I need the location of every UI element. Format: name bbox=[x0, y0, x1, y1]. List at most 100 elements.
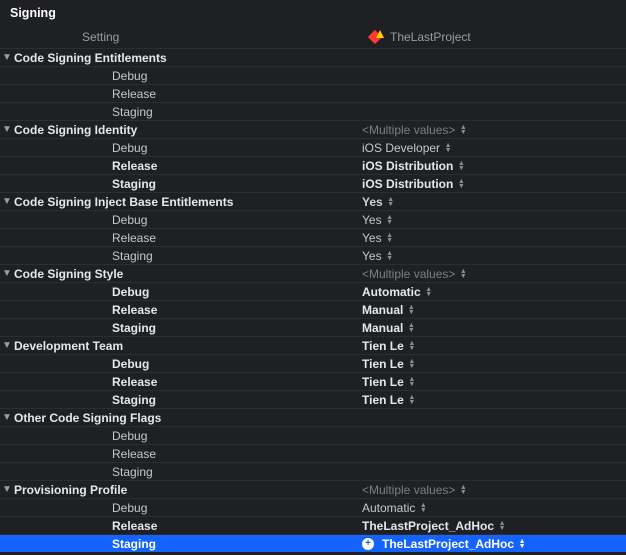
config-label: Staging bbox=[0, 105, 252, 119]
disclosure-triangle-icon[interactable]: ▼ bbox=[0, 484, 12, 495]
config-value[interactable]: Tien Le ▲▼ bbox=[362, 357, 626, 371]
config-label: Debug bbox=[0, 213, 252, 227]
config-label: Staging bbox=[0, 465, 252, 479]
config-row[interactable]: Staging +TheLastProject_AdHoc▲▼ bbox=[0, 534, 626, 552]
config-row[interactable]: Debug Yes ▲▼ bbox=[0, 210, 626, 228]
config-value-text: Tien Le bbox=[362, 357, 404, 371]
setting-group-value[interactable]: Tien Le▲▼ bbox=[362, 339, 626, 353]
config-value[interactable]: Yes▲▼ bbox=[362, 249, 626, 263]
config-row[interactable]: Staging iOS Distribution▲▼ bbox=[0, 174, 626, 192]
disclosure-triangle-icon[interactable]: ▼ bbox=[0, 340, 12, 351]
config-row[interactable]: Debug iOS Developer ▲▼ bbox=[0, 138, 626, 156]
config-row[interactable]: Release bbox=[0, 84, 626, 102]
config-row[interactable]: Release iOS Distribution▲▼ bbox=[0, 156, 626, 174]
value-stepper-icon[interactable]: ▲▼ bbox=[459, 268, 467, 280]
config-row[interactable]: DebugAutomatic▲▼ bbox=[0, 282, 626, 300]
disclosure-triangle-icon[interactable]: ▼ bbox=[0, 412, 12, 423]
config-row[interactable]: StagingYes▲▼ bbox=[0, 246, 626, 264]
disclosure-triangle-icon[interactable]: ▼ bbox=[0, 196, 12, 207]
config-label: Debug bbox=[0, 69, 252, 83]
setting-group-row[interactable]: ▼Code Signing Entitlements bbox=[0, 48, 626, 66]
setting-group-value-text: Yes bbox=[362, 195, 383, 209]
setting-group-label: Development Team bbox=[12, 339, 362, 353]
config-value[interactable]: TheLastProject_AdHoc▲▼ bbox=[362, 519, 626, 533]
config-value-text: Manual bbox=[362, 303, 403, 317]
config-value[interactable]: iOS Developer ▲▼ bbox=[362, 141, 626, 155]
value-stepper-icon[interactable]: ▲▼ bbox=[419, 502, 427, 514]
config-value[interactable]: iOS Distribution▲▼ bbox=[362, 177, 626, 191]
setting-group-value-text: <Multiple values> bbox=[362, 483, 455, 497]
config-value[interactable]: +TheLastProject_AdHoc▲▼ bbox=[362, 537, 626, 551]
value-stepper-icon[interactable]: ▲▼ bbox=[387, 196, 395, 208]
config-value-text: Automatic bbox=[362, 285, 421, 299]
value-stepper-icon[interactable]: ▲▼ bbox=[386, 250, 394, 262]
config-value[interactable]: Tien Le ▲▼ bbox=[362, 375, 626, 389]
value-stepper-icon[interactable]: ▲▼ bbox=[444, 142, 452, 154]
setting-group-row[interactable]: ▼Development TeamTien Le▲▼ bbox=[0, 336, 626, 354]
config-row[interactable]: Staging bbox=[0, 102, 626, 120]
setting-group-value-text: <Multiple values> bbox=[362, 123, 455, 137]
value-stepper-icon[interactable]: ▲▼ bbox=[425, 286, 433, 298]
config-value[interactable]: Yes ▲▼ bbox=[362, 213, 626, 227]
config-value-text: Yes bbox=[362, 213, 382, 227]
setting-group-row[interactable]: ▼Code Signing Inject Base EntitlementsYe… bbox=[0, 192, 626, 210]
config-row[interactable]: Debug bbox=[0, 66, 626, 84]
config-label: Release bbox=[0, 303, 252, 317]
config-row[interactable]: DebugAutomatic▲▼ bbox=[0, 498, 626, 516]
config-row[interactable]: Staging bbox=[0, 462, 626, 480]
setting-group-label: Other Code Signing Flags bbox=[12, 411, 362, 425]
setting-group-value[interactable]: Yes ▲▼ bbox=[362, 195, 626, 209]
config-value[interactable]: Yes▲▼ bbox=[362, 231, 626, 245]
config-value[interactable]: iOS Distribution▲▼ bbox=[362, 159, 626, 173]
disclosure-triangle-icon[interactable]: ▼ bbox=[0, 268, 12, 279]
config-row[interactable]: Release Tien Le ▲▼ bbox=[0, 372, 626, 390]
value-stepper-icon[interactable]: ▲▼ bbox=[459, 124, 467, 136]
config-row[interactable]: DebugTien Le▲▼ bbox=[0, 354, 626, 372]
value-stepper-icon[interactable]: ▲▼ bbox=[407, 304, 415, 316]
disclosure-triangle-icon[interactable]: ▼ bbox=[0, 124, 12, 135]
config-row[interactable]: Debug bbox=[0, 426, 626, 444]
config-row[interactable]: ReleaseTheLastProject_AdHoc▲▼ bbox=[0, 516, 626, 534]
config-label: Debug bbox=[0, 141, 252, 155]
value-stepper-icon[interactable]: ▲▼ bbox=[386, 214, 394, 226]
value-stepper-icon[interactable]: ▲▼ bbox=[498, 520, 506, 532]
column-header-row: Setting TheLastProject bbox=[0, 26, 626, 48]
value-stepper-icon[interactable]: ▲▼ bbox=[408, 358, 416, 370]
column-header-target-label: TheLastProject bbox=[390, 30, 471, 44]
config-row[interactable]: Release bbox=[0, 444, 626, 462]
config-row[interactable]: ReleaseYes▲▼ bbox=[0, 228, 626, 246]
config-label: Release bbox=[0, 87, 252, 101]
config-value[interactable]: Automatic ▲▼ bbox=[362, 285, 626, 299]
value-stepper-icon[interactable]: ▲▼ bbox=[457, 160, 465, 172]
config-value-text: Tien Le bbox=[362, 375, 404, 389]
disclosure-triangle-icon[interactable]: ▼ bbox=[0, 52, 12, 63]
setting-group-value[interactable]: <Multiple values> ▲▼ bbox=[362, 123, 626, 137]
config-value[interactable]: Automatic▲▼ bbox=[362, 501, 626, 515]
setting-group-row[interactable]: ▼Code Signing Identity<Multiple values>▲… bbox=[0, 120, 626, 138]
config-row[interactable]: StagingTien Le▲▼ bbox=[0, 390, 626, 408]
value-stepper-icon[interactable]: ▲▼ bbox=[408, 394, 416, 406]
value-stepper-icon[interactable]: ▲▼ bbox=[407, 322, 415, 334]
config-value[interactable]: Manual ▲▼ bbox=[362, 303, 626, 317]
value-stepper-icon[interactable]: ▲▼ bbox=[457, 178, 465, 190]
setting-group-row[interactable]: ▼Other Code Signing Flags bbox=[0, 408, 626, 426]
value-stepper-icon[interactable]: ▲▼ bbox=[518, 538, 526, 550]
config-label: Release bbox=[0, 375, 252, 389]
config-value[interactable]: Tien Le▲▼ bbox=[362, 393, 626, 407]
config-row[interactable]: Release Manual ▲▼ bbox=[0, 300, 626, 318]
value-stepper-icon[interactable]: ▲▼ bbox=[386, 232, 394, 244]
setting-group-row[interactable]: ▼Code Signing Style<Multiple values>▲▼ bbox=[0, 264, 626, 282]
config-label: Staging bbox=[0, 537, 252, 551]
config-label: Staging bbox=[0, 177, 252, 191]
add-icon[interactable]: + bbox=[362, 538, 374, 550]
config-value-text: iOS Developer bbox=[362, 141, 440, 155]
value-stepper-icon[interactable]: ▲▼ bbox=[408, 376, 416, 388]
value-stepper-icon[interactable]: ▲▼ bbox=[408, 340, 416, 352]
setting-group-value[interactable]: <Multiple values> ▲▼ bbox=[362, 483, 626, 497]
setting-group-value[interactable]: <Multiple values>▲▼ bbox=[362, 267, 626, 281]
config-row[interactable]: StagingManual▲▼ bbox=[0, 318, 626, 336]
config-label: Release bbox=[0, 159, 252, 173]
setting-group-row[interactable]: ▼Provisioning Profile<Multiple values>▲▼ bbox=[0, 480, 626, 498]
value-stepper-icon[interactable]: ▲▼ bbox=[459, 484, 467, 496]
config-value[interactable]: Manual▲▼ bbox=[362, 321, 626, 335]
